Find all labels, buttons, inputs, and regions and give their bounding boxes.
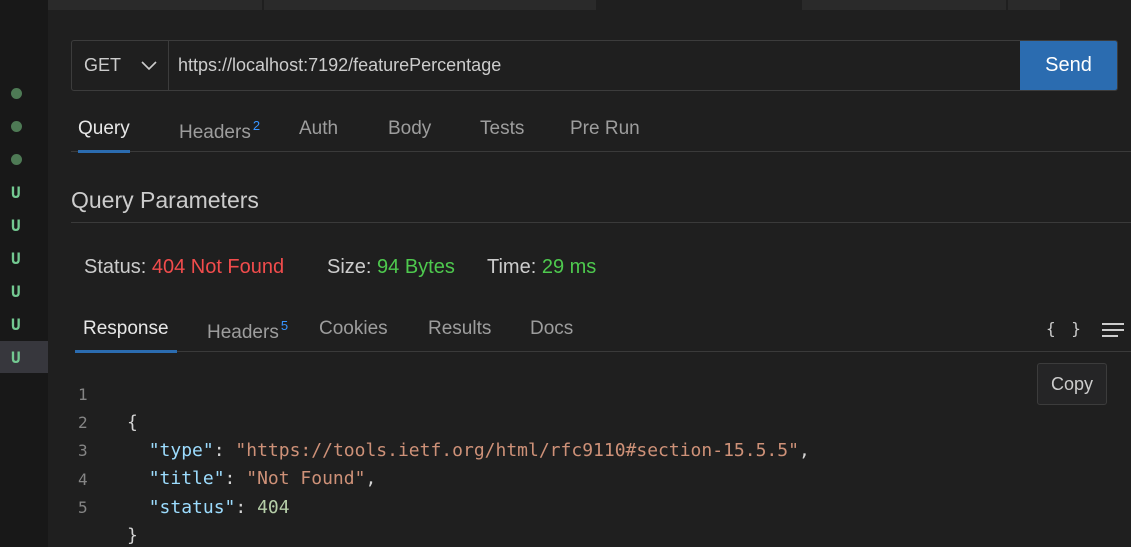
tab-label: Docs <box>530 318 574 339</box>
json-key: "type" <box>148 440 214 461</box>
tab-results[interactable]: Results <box>428 308 491 352</box>
gutter-dot-3 <box>0 143 48 175</box>
untracked-badge: U <box>11 215 21 235</box>
untracked-badge: U <box>11 314 21 334</box>
json-brace: } <box>127 525 138 546</box>
tab-label: Cookies <box>319 318 388 339</box>
tab-tests[interactable]: Tests <box>480 108 524 152</box>
gutter-untracked-1[interactable]: U <box>0 176 48 208</box>
status-dot-icon <box>11 87 22 99</box>
time-group: Time: 29 ms <box>487 256 596 279</box>
status-group: Status: 404 Not Found <box>84 256 284 279</box>
json-string-value: "Not Found" <box>246 468 366 489</box>
code-text: "title": "Not Found", <box>148 468 377 489</box>
tab-body[interactable]: Body <box>388 108 431 152</box>
query-parameters-title: Query Parameters <box>71 187 259 213</box>
editor-tab[interactable] <box>1008 0 1060 10</box>
tab-label: Tests <box>480 118 525 139</box>
tab-label: Headers <box>207 322 279 343</box>
send-button[interactable]: Send <box>1020 41 1117 90</box>
response-tabs: Response Headers 5 Cookies Results Docs <box>75 308 1131 353</box>
status-dot-icon <box>11 153 22 165</box>
divider <box>71 222 1131 223</box>
tab-headers[interactable]: Headers 2 <box>179 108 260 152</box>
gutter-dot-2 <box>0 110 48 142</box>
copy-button[interactable]: Copy <box>1037 363 1107 405</box>
gutter-dot-1 <box>0 77 48 109</box>
json-string-value: "https://tools.ietf.org/html/rfc9110#sec… <box>235 440 799 461</box>
tab-query[interactable]: Query <box>78 108 130 153</box>
tab-auth[interactable]: Auth <box>299 108 338 152</box>
request-bar: GET Send <box>71 40 1118 91</box>
editor-tab[interactable] <box>48 0 262 10</box>
line-number: 4 <box>78 470 88 489</box>
code-line: 3 "title": "Not Found", <box>0 409 376 489</box>
code-text: { <box>127 409 138 437</box>
editor-tab[interactable] <box>264 0 596 10</box>
tab-response[interactable]: Response <box>75 308 177 353</box>
tab-docs[interactable]: Docs <box>530 308 573 352</box>
gutter-untracked-4[interactable]: U <box>0 275 48 307</box>
chevron-down-icon <box>141 60 157 70</box>
size-label: Size: <box>327 256 372 278</box>
hamburger-menu-icon[interactable] <box>1102 322 1124 338</box>
method-label: GET <box>84 55 122 75</box>
size-value: 94 Bytes <box>377 256 455 278</box>
code-text: "type": "https://tools.ietf.org/html/rfc… <box>148 440 810 461</box>
code-text: "status": 404 <box>148 497 290 518</box>
editor-tab[interactable] <box>802 0 1006 10</box>
tab-pre-run[interactable]: Pre Run <box>570 108 640 152</box>
line-number: 2 <box>78 413 88 432</box>
format-json-button[interactable]: { } <box>1046 319 1084 338</box>
line-number: 5 <box>78 498 88 517</box>
headers-count-badge: 5 <box>280 318 289 333</box>
untracked-badge: U <box>11 248 21 268</box>
code-line: 2 "type": "https://tools.ietf.org/html/r… <box>0 381 810 461</box>
status-label: Status: <box>84 256 147 278</box>
status-value: 404 Not Found <box>151 256 285 278</box>
code-line: 5 } <box>0 466 138 546</box>
json-key: "title" <box>148 468 225 489</box>
json-key: "status" <box>148 497 236 518</box>
json-brace: { <box>127 412 138 433</box>
tab-label: Body <box>388 118 432 139</box>
code-line: 1 { <box>0 353 138 433</box>
time-value: 29 ms <box>541 256 597 278</box>
tab-cookies[interactable]: Cookies <box>319 308 388 352</box>
tab-label: Response <box>83 318 169 339</box>
gutter-untracked-3[interactable]: U <box>0 242 48 274</box>
time-label: Time: <box>487 256 537 278</box>
gutter-untracked-5[interactable]: U <box>0 308 48 340</box>
method-select[interactable]: GET <box>72 41 169 90</box>
tab-label: Results <box>428 318 492 339</box>
tab-label: Headers <box>179 122 251 143</box>
line-number: 3 <box>78 441 88 460</box>
editor-tab-strip <box>48 0 1131 10</box>
url-input[interactable] <box>169 41 1020 90</box>
tab-label: Query <box>78 118 130 139</box>
code-line: 4 "status": 404 <box>0 438 290 518</box>
code-text: } <box>127 522 138 547</box>
size-group: Size: 94 Bytes <box>327 256 455 279</box>
headers-count-badge: 2 <box>252 118 261 133</box>
status-dot-icon <box>11 120 22 132</box>
untracked-badge: U <box>11 281 21 301</box>
tab-label: Pre Run <box>570 118 640 139</box>
gutter-untracked-2[interactable]: U <box>0 209 48 241</box>
untracked-badge: U <box>11 182 21 202</box>
tab-label: Auth <box>299 118 339 139</box>
line-number: 1 <box>78 385 88 404</box>
json-number-value: 404 <box>257 497 290 518</box>
request-tabs: Query Headers 2 Auth Body Tests Pre Run <box>71 108 1131 153</box>
tab-response-headers[interactable]: Headers 5 <box>207 308 288 352</box>
